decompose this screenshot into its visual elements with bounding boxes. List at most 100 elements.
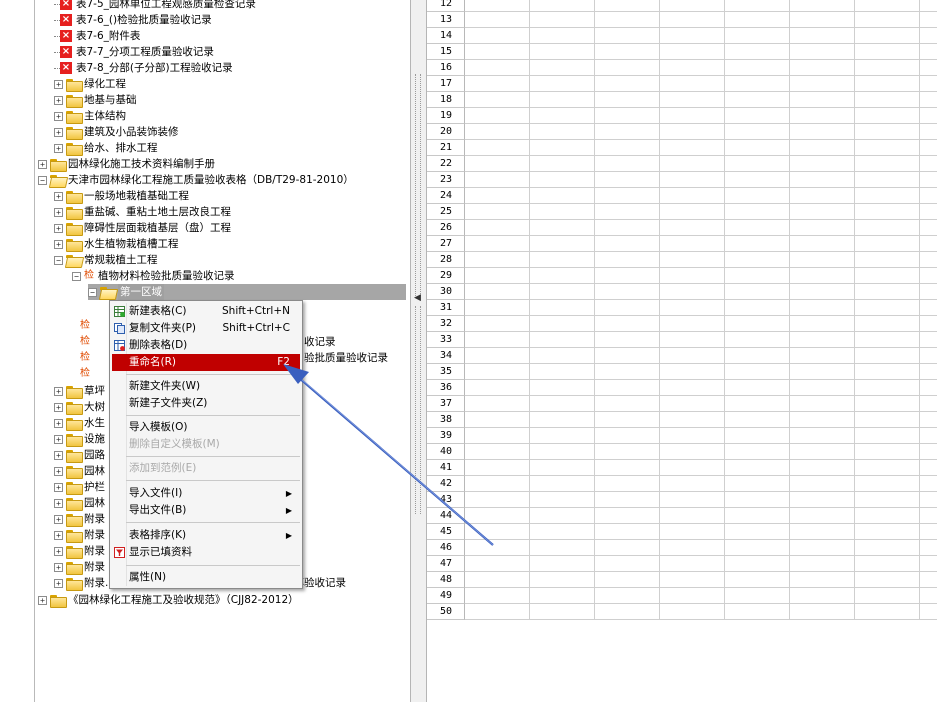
grid-cell[interactable] [595, 540, 660, 556]
grid-cell[interactable] [790, 588, 855, 604]
menu-item-delete-custom-template[interactable]: 删除自定义模板(M) [112, 436, 300, 453]
grid-cell[interactable] [465, 44, 530, 60]
grid-cell[interactable] [725, 252, 790, 268]
grid-cell[interactable] [855, 492, 920, 508]
grid-cell[interactable] [790, 396, 855, 412]
grid-cell[interactable] [790, 572, 855, 588]
grid-cell[interactable] [920, 396, 937, 412]
menu-item-import-file[interactable]: 导入文件(I) ▶ [112, 485, 300, 502]
grid-cell[interactable] [790, 172, 855, 188]
grid-cell[interactable] [595, 588, 660, 604]
tree-item[interactable]: × 表7-8_分部(子分部)工程验收记录 [54, 60, 233, 76]
grid-cell[interactable] [530, 476, 595, 492]
row-number[interactable]: 37 [427, 396, 465, 412]
grid-cell[interactable] [595, 444, 660, 460]
grid-cell[interactable] [855, 476, 920, 492]
grid-cell[interactable] [790, 268, 855, 284]
grid-cell[interactable] [855, 348, 920, 364]
grid-cell[interactable] [790, 220, 855, 236]
grid-cell[interactable] [530, 60, 595, 76]
grid-cell[interactable] [660, 12, 725, 28]
row-number[interactable]: 14 [427, 28, 465, 44]
grid-cell[interactable] [530, 492, 595, 508]
grid-cell[interactable] [855, 364, 920, 380]
grid-cell[interactable] [790, 284, 855, 300]
row-number[interactable]: 16 [427, 60, 465, 76]
grid-cell[interactable] [465, 524, 530, 540]
grid-cell[interactable] [660, 508, 725, 524]
grid-cell[interactable] [855, 540, 920, 556]
expand-icon[interactable]: + [54, 127, 63, 137]
grid-cell[interactable] [790, 476, 855, 492]
grid-cell[interactable] [465, 156, 530, 172]
grid-cell[interactable] [530, 156, 595, 172]
grid-cell[interactable] [725, 604, 790, 620]
expand-icon[interactable]: + [54, 514, 63, 524]
grid-cell[interactable] [725, 540, 790, 556]
row-number[interactable]: 49 [427, 588, 465, 604]
grid-cell[interactable] [595, 508, 660, 524]
tree-item[interactable]: + 给水、排水工程 [54, 140, 158, 156]
grid-cell[interactable] [790, 252, 855, 268]
row-number[interactable]: 44 [427, 508, 465, 524]
row-number[interactable]: 39 [427, 428, 465, 444]
row-number[interactable]: 17 [427, 76, 465, 92]
grid-cell[interactable] [725, 316, 790, 332]
grid-cell[interactable] [465, 76, 530, 92]
grid-cell[interactable] [660, 380, 725, 396]
grid-cell[interactable] [595, 284, 660, 300]
grid-cell[interactable] [920, 316, 937, 332]
menu-item-new-folder[interactable]: 新建文件夹(W) [112, 378, 300, 395]
row-number[interactable]: 47 [427, 556, 465, 572]
tree-item[interactable]: + 大树 [54, 399, 105, 415]
grid-cell[interactable] [595, 572, 660, 588]
grid-cell[interactable] [790, 380, 855, 396]
row-number[interactable]: 12 [427, 0, 465, 12]
grid-cell[interactable] [790, 604, 855, 620]
grid-cell[interactable] [530, 188, 595, 204]
row-number[interactable]: 32 [427, 316, 465, 332]
grid-cell[interactable] [855, 572, 920, 588]
grid-cell[interactable] [595, 332, 660, 348]
grid-cell[interactable] [465, 396, 530, 412]
grid-cell[interactable] [920, 460, 937, 476]
row-number[interactable]: 26 [427, 220, 465, 236]
grid-cell[interactable] [530, 268, 595, 284]
grid-cell[interactable] [725, 284, 790, 300]
grid-cell[interactable] [790, 44, 855, 60]
grid-cell[interactable] [660, 492, 725, 508]
grid-cell[interactable] [660, 28, 725, 44]
collapse-icon[interactable]: − [38, 175, 47, 185]
grid-cell[interactable] [595, 140, 660, 156]
row-number[interactable]: 38 [427, 412, 465, 428]
expand-icon[interactable]: + [54, 223, 63, 233]
grid-cell[interactable] [920, 156, 937, 172]
grid-cell[interactable] [920, 284, 937, 300]
grid-cell[interactable] [920, 140, 937, 156]
grid-cell[interactable] [855, 412, 920, 428]
expand-icon[interactable]: + [54, 530, 63, 540]
row-number[interactable]: 22 [427, 156, 465, 172]
grid-cell[interactable] [465, 236, 530, 252]
grid-cell[interactable] [725, 76, 790, 92]
menu-item-copy-folder[interactable]: 复制文件夹(P) Shift+Ctrl+C [112, 320, 300, 337]
grid-cell[interactable] [855, 396, 920, 412]
grid-cell[interactable] [855, 300, 920, 316]
grid-cell[interactable] [725, 412, 790, 428]
grid-cell[interactable] [465, 188, 530, 204]
grid-cell[interactable] [595, 428, 660, 444]
grid-cell[interactable] [725, 268, 790, 284]
row-number[interactable]: 31 [427, 300, 465, 316]
grid-cell[interactable] [660, 44, 725, 60]
grid-cell[interactable] [465, 172, 530, 188]
grid-cell[interactable] [790, 556, 855, 572]
grid-cell[interactable] [855, 332, 920, 348]
grid-cell[interactable] [530, 172, 595, 188]
menu-item-delete-table[interactable]: 删除表格(D) [112, 337, 300, 354]
tree-item[interactable]: + 附录 [54, 511, 105, 527]
grid-cell[interactable] [725, 220, 790, 236]
grid-cell[interactable] [595, 156, 660, 172]
grid-cell[interactable] [725, 380, 790, 396]
grid-cell[interactable] [725, 0, 790, 12]
tree-item[interactable]: + 《园林绿化工程施工及验收规范》（CJJ82-2012） [38, 592, 299, 608]
